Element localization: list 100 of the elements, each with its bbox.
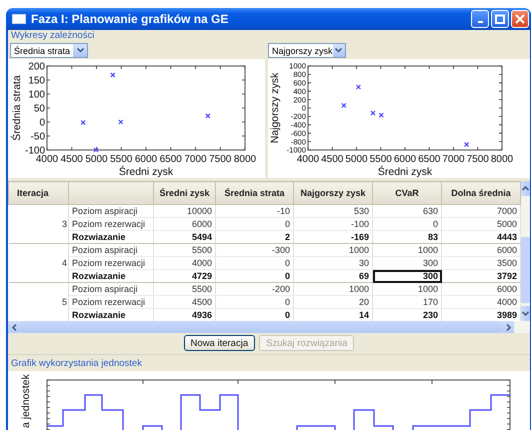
tick-label: 100 bbox=[28, 90, 45, 101]
tick-label: 4500 bbox=[321, 154, 344, 165]
tick-label: 150 bbox=[28, 76, 45, 87]
column-header[interactable]: CVaR bbox=[372, 182, 442, 204]
tick-label: 4000 bbox=[296, 154, 320, 165]
table-cell[interactable]: 300 bbox=[372, 256, 442, 270]
column-header[interactable]: Iteracja bbox=[8, 182, 68, 204]
table-cell[interactable]: 0 bbox=[216, 218, 294, 230]
table-cell: 3 bbox=[8, 204, 68, 244]
table-cell[interactable]: 170 bbox=[372, 296, 442, 308]
table-cell: Poziom rezerwacji bbox=[68, 218, 154, 230]
table-cell[interactable]: 6000 bbox=[154, 218, 216, 230]
dropdown[interactable]: Średnia strata bbox=[10, 43, 88, 58]
chevron-icon bbox=[335, 48, 342, 53]
tick-label: 6500 bbox=[160, 154, 182, 165]
minimize-icon bbox=[478, 21, 482, 23]
table-cell[interactable]: 1000 bbox=[294, 244, 372, 256]
tick-label: -50 bbox=[30, 132, 45, 143]
table-cell[interactable]: 2 bbox=[216, 230, 294, 244]
table-cell: Poziom aspiracji bbox=[68, 204, 154, 218]
table-cell[interactable]: -200 bbox=[216, 282, 294, 296]
table-cell[interactable]: -300 bbox=[216, 244, 294, 256]
table-cell[interactable]: 300 bbox=[372, 270, 442, 282]
table-cell[interactable]: 630 bbox=[372, 204, 442, 218]
table-cell[interactable]: 5500 bbox=[154, 244, 216, 256]
scroll-left-button[interactable] bbox=[8, 321, 20, 333]
table-cell[interactable]: 83 bbox=[372, 230, 442, 244]
table-cell: 4 bbox=[8, 244, 68, 282]
scroll-down-button[interactable] bbox=[521, 306, 530, 321]
tick-label: 7500 bbox=[466, 154, 489, 165]
chevron-icon bbox=[10, 324, 18, 330]
table-cell[interactable]: 4729 bbox=[154, 270, 216, 282]
tick-label: 5500 bbox=[110, 154, 132, 165]
tick-label: 5000 bbox=[85, 154, 108, 165]
axis-title: a jednostek bbox=[20, 374, 32, 428]
table-cell[interactable]: 5000 bbox=[442, 218, 520, 230]
table-cell[interactable]: 1000 bbox=[294, 282, 372, 296]
table-cell[interactable]: 6000 bbox=[442, 244, 520, 256]
chevron-icon bbox=[522, 310, 529, 317]
table-cell[interactable]: 5500 bbox=[154, 282, 216, 296]
table-cell[interactable]: 10000 bbox=[154, 204, 216, 218]
axis-title: Średni zysk bbox=[378, 166, 432, 178]
table-cell[interactable]: 4500 bbox=[154, 296, 216, 308]
table-cell[interactable]: 7000 bbox=[442, 204, 520, 218]
tick-label: 7500 bbox=[209, 154, 232, 165]
minimize-button[interactable] bbox=[471, 10, 489, 28]
table-cell[interactable]: 0 bbox=[372, 218, 442, 230]
table-cell: Poziom aspiracji bbox=[68, 244, 154, 256]
table-cell[interactable]: 1000 bbox=[372, 244, 442, 256]
maximize-icon bbox=[495, 14, 505, 24]
table-cell[interactable]: 4000 bbox=[154, 256, 216, 270]
tick-label: 5500 bbox=[370, 154, 392, 165]
table-cell: Poziom rezerwacji bbox=[68, 256, 154, 270]
tick-label: 6000 bbox=[394, 154, 416, 165]
table-cell[interactable]: 4443 bbox=[442, 230, 520, 244]
column-header[interactable]: Najgorszy zysk bbox=[294, 182, 372, 204]
window-title: Faza I: Planowanie grafików na GE bbox=[31, 12, 228, 26]
table-cell[interactable]: 0 bbox=[216, 296, 294, 308]
dropdown[interactable]: Najgorszy zysk bbox=[268, 43, 346, 58]
table-cell[interactable]: 30 bbox=[294, 256, 372, 270]
table-cell: Rozwiazanie bbox=[68, 230, 154, 244]
table-cell[interactable]: 1000 bbox=[372, 282, 442, 296]
close-button[interactable] bbox=[511, 10, 529, 28]
table-cell[interactable]: 3500 bbox=[442, 256, 520, 270]
table-cell[interactable]: 20 bbox=[294, 296, 372, 308]
maximize-button[interactable] bbox=[491, 10, 509, 28]
table-cell[interactable]: -10 bbox=[216, 204, 294, 218]
table-cell[interactable]: 6000 bbox=[442, 282, 520, 296]
tick-label: 6000 bbox=[134, 154, 158, 165]
table-cell[interactable]: -100 bbox=[294, 218, 372, 230]
scroll-up-button[interactable] bbox=[521, 181, 530, 196]
table-cell: Rozwiazanie bbox=[68, 270, 154, 282]
table-cell: Poziom rezerwacji bbox=[68, 296, 154, 308]
chevron-icon bbox=[504, 324, 512, 330]
scrollbar-thumb[interactable] bbox=[521, 237, 530, 303]
tick-label: 6500 bbox=[418, 154, 440, 165]
table-cell[interactable]: 69 bbox=[294, 270, 372, 282]
table-cell[interactable]: 530 bbox=[294, 204, 372, 218]
tick-label: 5000 bbox=[345, 154, 368, 165]
scrollbar-thumb[interactable] bbox=[20, 321, 502, 333]
group-legend: Wykresy zależności bbox=[8, 30, 530, 41]
column-header[interactable]: Średni zysk bbox=[154, 182, 216, 204]
column-header[interactable]: Średnia strata bbox=[216, 182, 294, 204]
table-cell[interactable]: 5494 bbox=[154, 230, 216, 244]
table-cell[interactable]: 4000 bbox=[442, 296, 520, 308]
column-header[interactable]: Dolna średnia bbox=[442, 182, 520, 204]
table-cell[interactable]: 3792 bbox=[442, 270, 520, 282]
close-icon bbox=[515, 14, 525, 24]
action-button[interactable]: Nowa iteracja bbox=[184, 335, 256, 351]
axis-title: Średnia strata bbox=[11, 75, 23, 141]
tick-label: 4500 bbox=[60, 154, 83, 165]
table-cell[interactable]: 0 bbox=[216, 270, 294, 282]
table-cell[interactable]: 0 bbox=[216, 256, 294, 270]
axis-title: Średni zysk bbox=[118, 166, 174, 178]
tick-label: 200 bbox=[28, 62, 45, 73]
chevron-icon bbox=[76, 48, 84, 53]
tick-label: 7000 bbox=[442, 154, 465, 165]
scroll-right-button[interactable] bbox=[502, 321, 514, 333]
table-cell: Poziom aspiracji bbox=[68, 282, 154, 296]
table-cell[interactable]: -169 bbox=[294, 230, 372, 244]
